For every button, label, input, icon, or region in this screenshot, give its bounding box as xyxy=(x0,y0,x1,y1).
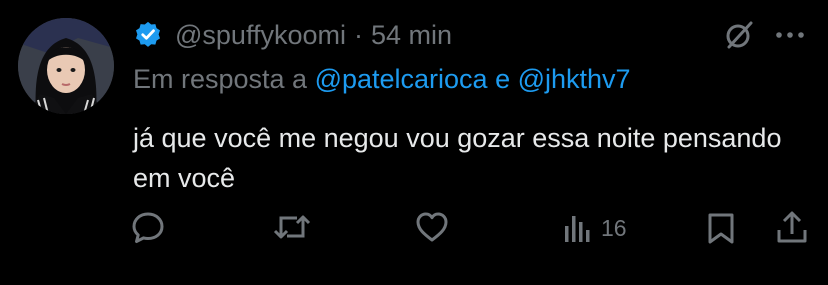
like-button[interactable] xyxy=(415,211,449,243)
views-button[interactable]: 16 xyxy=(563,212,627,244)
reply-icon xyxy=(132,212,164,243)
tweet-text: já que você me negou vou gozar essa noit… xyxy=(133,123,782,193)
verified-badge-icon xyxy=(136,21,160,47)
reply-context: Em resposta a @patelcarioca e @jhkthv7 xyxy=(133,64,631,95)
views-icon xyxy=(565,216,590,242)
bookmark-button[interactable] xyxy=(706,212,736,244)
author-handle[interactable]: @spuffykoomi xyxy=(175,20,346,51)
avatar[interactable] xyxy=(18,18,114,114)
reply-mention-jhkthv7[interactable]: @jhkthv7 xyxy=(518,64,631,94)
grok-icon[interactable] xyxy=(723,19,755,51)
more-icon[interactable] xyxy=(775,27,805,43)
tweet: @spuffykoomi · 54 min Em resposta a @pat… xyxy=(0,0,828,285)
action-bar: 16 xyxy=(0,210,828,254)
reply-and: e xyxy=(487,64,518,94)
reply-mention-patelcarioca[interactable]: @patelcarioca xyxy=(315,64,488,94)
share-button[interactable] xyxy=(776,210,808,244)
reply-prefix: Em resposta a xyxy=(133,64,315,94)
heart-icon xyxy=(416,212,448,242)
separator-dot: · xyxy=(353,19,363,50)
tweet-header: @spuffykoomi · 54 min xyxy=(133,18,452,52)
timestamp[interactable]: 54 min xyxy=(371,20,452,51)
reply-button[interactable] xyxy=(131,210,165,244)
retweet-icon xyxy=(273,215,311,239)
retweet-button[interactable] xyxy=(273,211,311,243)
bookmark-icon xyxy=(708,213,734,244)
share-icon xyxy=(777,211,807,243)
views-count: 16 xyxy=(601,214,627,241)
